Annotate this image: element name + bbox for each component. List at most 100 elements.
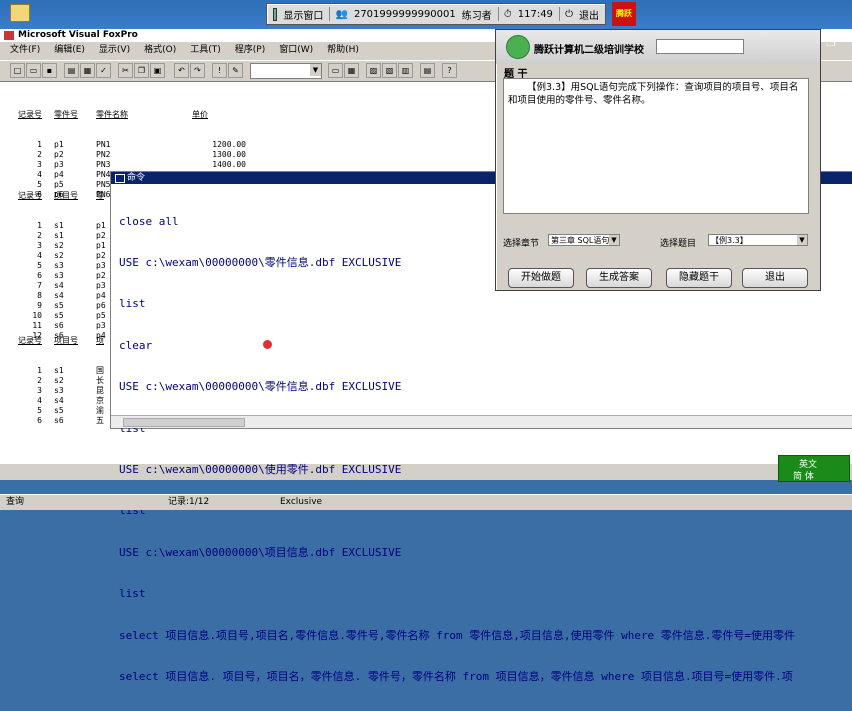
ime-mode[interactable]: 简 体: [793, 469, 814, 482]
open-folder-icon[interactable]: ▭: [26, 63, 41, 78]
generate-answer-button[interactable]: 生成答案: [586, 268, 652, 288]
table-cell: 1200.00: [212, 140, 246, 149]
print-icon[interactable]: ▤: [64, 63, 79, 78]
table-cell: s5: [54, 406, 64, 415]
menu-window[interactable]: 窗口(W): [279, 42, 313, 58]
table-cell: 5: [37, 261, 42, 270]
chapter-value: 第三章 SQL语句: [551, 236, 610, 245]
table-cell: 4: [37, 396, 42, 405]
menu-file[interactable]: 文件(F): [10, 42, 40, 58]
command-line[interactable]: USE c:\wexam\00000000\项目信息.dbf EXCLUSIVE: [119, 546, 795, 560]
run-icon[interactable]: !: [212, 63, 227, 78]
help-icon[interactable]: ?: [442, 63, 457, 78]
table-cell: s2: [54, 251, 64, 260]
dialog-header: 腾跃计算机二级培训学校: [496, 30, 820, 64]
command-line[interactable]: select 项目信息.项目号,项目名,零件信息.零件号,零件名称 from 零…: [119, 629, 795, 643]
copy-icon[interactable]: ❐: [134, 63, 149, 78]
table-cell: s5: [54, 301, 64, 310]
exam-mode: 练习者: [461, 10, 492, 22]
new-file-icon[interactable]: □: [10, 63, 25, 78]
table-cell: s4: [54, 281, 64, 290]
command-icon: [115, 174, 125, 183]
status-access: Exclusive: [280, 497, 323, 507]
col-header: 项目号: [54, 336, 78, 345]
table-cell: 2: [37, 150, 42, 159]
command-line[interactable]: list: [119, 297, 795, 311]
table-row: 5 s3 p3: [18, 261, 116, 271]
start-button[interactable]: 开始做题: [508, 268, 574, 288]
autoform-icon[interactable]: ▥: [398, 63, 413, 78]
menu-edit[interactable]: 编辑(E): [54, 42, 85, 58]
table-cell: 3: [37, 241, 42, 250]
command-window-title: 命令: [127, 173, 146, 183]
vfp-title: Microsoft Visual FoxPro: [18, 30, 138, 40]
table-row: 1 s1 p1: [18, 221, 116, 231]
table-cell: 8: [37, 291, 42, 300]
command-line[interactable]: clear: [119, 339, 795, 353]
menu-view[interactable]: 显示(V): [99, 42, 130, 58]
table-row: 6 s3 p2: [18, 271, 116, 281]
command-line[interactable]: USE c:\wexam\00000000\使用零件.dbf EXCLUSIVE: [119, 463, 795, 477]
modify-icon[interactable]: ✎: [228, 63, 243, 78]
builder-icon[interactable]: ▤: [420, 63, 435, 78]
status-bar: 查询 记录:1/12 Exclusive: [0, 494, 852, 510]
dialog-exit-button[interactable]: 退出: [742, 268, 808, 288]
exam-id: 2701999999990001: [353, 8, 456, 20]
cut-icon[interactable]: ✂: [118, 63, 133, 78]
menu-help[interactable]: 帮助(H): [327, 42, 359, 58]
table-cell: p2: [54, 150, 64, 159]
data-session-icon[interactable]: ▦: [344, 63, 359, 78]
table-cell: 5: [37, 406, 42, 415]
table-row: 5 s5 渝: [18, 406, 116, 416]
undo-icon[interactable]: ↶: [174, 63, 189, 78]
scroll-thumb[interactable]: [123, 418, 245, 427]
chapter-select[interactable]: 第三章 SQL语句 ▼: [548, 234, 620, 246]
show-window-button[interactable]: 显示窗口: [283, 7, 323, 22]
table-row: 3 p3 PN3 1400.00: [18, 160, 246, 170]
command-line[interactable]: USE c:\wexam\00000000\零件信息.dbf EXCLUSIVE: [119, 380, 795, 394]
clock-icon: ⏱: [503, 8, 512, 20]
chevron-down-icon[interactable]: ▼: [609, 235, 619, 245]
command-line[interactable]: select 项目信息. 项目号，项目名，零件信息. 零件号，零件名称 from…: [119, 670, 795, 684]
col-header: 项: [96, 336, 104, 345]
save-icon[interactable]: ▪: [42, 63, 57, 78]
ime-toolbar[interactable]: 英文 简 体: [778, 455, 850, 482]
paste-icon[interactable]: ▣: [150, 63, 165, 78]
table-cell: 3: [37, 386, 42, 395]
redo-icon[interactable]: ↷: [190, 63, 205, 78]
form-wizard-icon[interactable]: ▨: [366, 63, 381, 78]
table-cell: s2: [54, 241, 64, 250]
dialog-header-field[interactable]: [656, 39, 744, 54]
item-select[interactable]: 【例3.3】 ▼: [708, 234, 808, 246]
chevron-down-icon[interactable]: ▼: [310, 64, 321, 76]
menu-program[interactable]: 程序(P): [235, 42, 265, 58]
command-window-icon[interactable]: ▭: [328, 63, 343, 78]
hide-question-button[interactable]: 隐藏题干: [666, 268, 732, 288]
table-row: 2 s1 p2: [18, 231, 116, 241]
menu-tools[interactable]: 工具(T): [190, 42, 221, 58]
table-cell: 7: [37, 281, 42, 290]
user-icon: 👥: [335, 8, 348, 20]
monitor-icon[interactable]: [273, 7, 278, 21]
spell-check-icon[interactable]: ✓: [96, 63, 111, 78]
desktop-folder-icon[interactable]: [10, 4, 30, 22]
command-line[interactable]: list: [119, 587, 795, 601]
table-row: 4 s2 p2: [18, 251, 116, 261]
command-horizontal-scrollbar[interactable]: [111, 415, 852, 428]
exit-icon[interactable]: ⏻: [565, 9, 573, 20]
print-preview-icon[interactable]: ▦: [80, 63, 95, 78]
item-value: 【例3.3】: [711, 236, 748, 245]
table-cell: 1: [37, 221, 42, 230]
restore-icon[interactable]: ❐: [822, 36, 840, 50]
database-combo[interactable]: ▼: [250, 63, 322, 79]
chevron-down-icon[interactable]: ▼: [797, 235, 807, 245]
col-header: 零件号: [54, 110, 78, 119]
text-cursor: [263, 340, 272, 349]
table-cell: 3: [37, 160, 42, 169]
table-cell: s1: [54, 221, 64, 230]
table-cell: s3: [54, 261, 64, 270]
exam-exit-button[interactable]: 退出: [579, 7, 599, 22]
menu-format[interactable]: 格式(O): [144, 42, 176, 58]
exam-dialog: 腾跃计算机二级培训学校 题 干 【例3.3】用SQL语句完成下列操作：查询项目的…: [495, 29, 821, 291]
report-wizard-icon[interactable]: ▧: [382, 63, 397, 78]
